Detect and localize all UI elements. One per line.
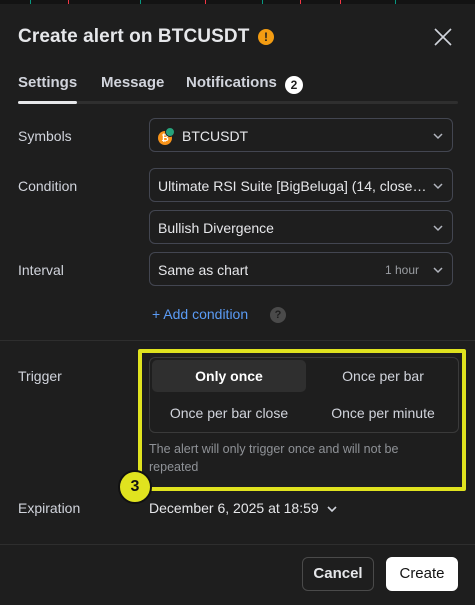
symbol-value: BTCUSDT xyxy=(182,128,249,144)
symbols-label: Symbols xyxy=(18,128,72,144)
interval-value: Same as chart xyxy=(158,262,249,278)
interval-label: Interval xyxy=(18,262,64,278)
dialog-title: Create alert on BTCUSDT xyxy=(18,26,250,47)
help-icon[interactable]: ? xyxy=(270,307,286,323)
add-condition-button[interactable]: + Add condition xyxy=(152,306,248,322)
condition-indicator-value: Ultimate RSI Suite [BigBeluga] (14, clos… xyxy=(158,178,427,194)
expiration-dropdown[interactable]: December 6, 2025 at 18:59 xyxy=(149,500,319,516)
warning-icon[interactable]: ! xyxy=(258,29,274,45)
close-icon[interactable] xyxy=(430,24,456,50)
tab-active-indicator xyxy=(18,101,77,104)
condition-signal-select[interactable]: Bullish Divergence xyxy=(149,210,453,244)
step-number-badge: 3 xyxy=(118,470,152,504)
chevron-down-icon xyxy=(433,133,443,140)
section-divider xyxy=(0,340,475,341)
chevron-down-icon xyxy=(433,267,443,274)
btc-usdt-coin-icon: ₿ xyxy=(158,127,176,145)
notifications-count-badge: 2 xyxy=(285,76,303,94)
annotation-highlight-box xyxy=(138,349,466,491)
tab-notifications[interactable]: Notifications xyxy=(186,74,277,91)
chevron-down-icon xyxy=(433,225,443,232)
symbol-select[interactable]: ₿ BTCUSDT xyxy=(149,118,453,152)
tab-settings[interactable]: Settings xyxy=(18,74,77,91)
cancel-button[interactable]: Cancel xyxy=(302,557,374,591)
condition-label: Condition xyxy=(18,178,78,194)
footer-divider xyxy=(0,544,475,545)
tab-message[interactable]: Message xyxy=(101,74,164,91)
chevron-down-icon[interactable] xyxy=(326,503,338,515)
create-alert-dialog: Create alert on BTCUSDT ! Settings Messa… xyxy=(0,4,475,605)
interval-select[interactable]: Same as chart 1 hour xyxy=(149,252,453,286)
expiration-label: Expiration xyxy=(18,500,81,516)
condition-indicator-select[interactable]: Ultimate RSI Suite [BigBeluga] (14, clos… xyxy=(149,168,453,202)
create-button[interactable]: Create xyxy=(386,557,458,591)
tab-underline-track xyxy=(18,101,458,104)
trigger-label: Trigger xyxy=(18,368,62,384)
interval-hint: 1 hour xyxy=(384,263,419,277)
chevron-down-icon xyxy=(433,183,443,190)
condition-signal-value: Bullish Divergence xyxy=(158,220,274,236)
